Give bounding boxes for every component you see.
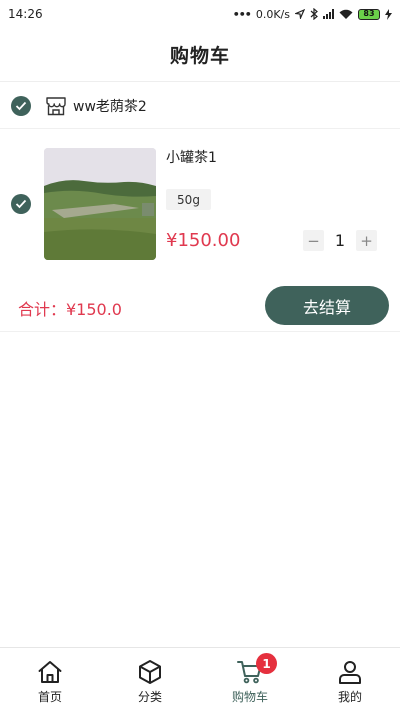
tab-home[interactable]: 首页 xyxy=(0,648,100,710)
decrease-button[interactable]: − xyxy=(303,230,324,251)
network-speed: 0.0K/s xyxy=(255,7,290,21)
spec-tag: 50g xyxy=(166,189,211,210)
tab-mine[interactable]: 我的 xyxy=(300,648,400,710)
status-bar: 14:26 ••• 0.0K/s 83 xyxy=(0,0,400,28)
tab-label: 首页 xyxy=(37,690,62,704)
quantity-stepper: − 1 + xyxy=(303,230,377,251)
user-icon xyxy=(339,661,361,684)
increase-button[interactable]: + xyxy=(356,230,377,251)
cart-summary: 合计：¥150.0 去结算 xyxy=(0,274,400,332)
bottom-tab-bar: 首页 分类 1 购物车 我的 xyxy=(0,647,400,710)
shop-name[interactable]: ww老荫茶2 xyxy=(73,96,147,116)
bluetooth-icon xyxy=(310,8,318,20)
status-icons: ••• 0.0K/s 83 xyxy=(233,8,392,21)
cart-item: 小罐茶1 50g ¥150.00 − 1 + xyxy=(0,130,400,274)
shop-row: ww老荫茶2 xyxy=(0,83,400,129)
charging-bolt-icon xyxy=(385,8,392,20)
item-select-checkbox[interactable] xyxy=(11,194,31,214)
cell-signal-icon xyxy=(323,9,334,19)
page-header: 购物车 xyxy=(0,28,400,82)
home-icon xyxy=(38,661,62,683)
quantity-value[interactable]: 1 xyxy=(324,231,356,250)
status-time: 14:26 xyxy=(8,7,43,21)
tab-category[interactable]: 分类 xyxy=(100,648,200,710)
total-amount: 合计：¥150.0 xyxy=(18,300,122,319)
shop-select-checkbox[interactable] xyxy=(11,95,31,116)
checkmark-icon xyxy=(15,199,27,209)
checkout-button[interactable]: 去结算 xyxy=(265,286,389,325)
product-image[interactable] xyxy=(44,148,156,260)
tab-label: 购物车 xyxy=(231,690,268,704)
store-icon xyxy=(46,96,66,115)
product-name[interactable]: 小罐茶1 xyxy=(166,147,217,167)
page-title: 购物车 xyxy=(169,45,230,67)
tab-cart[interactable]: 1 购物车 xyxy=(200,648,300,710)
wifi-icon xyxy=(339,9,353,19)
tab-label: 我的 xyxy=(337,690,362,704)
location-arrow-icon xyxy=(295,9,305,19)
category-box-icon xyxy=(139,660,161,684)
product-price: ¥150.00 xyxy=(166,230,241,251)
checkmark-icon xyxy=(15,101,27,110)
cart-badge: 1 xyxy=(256,653,277,674)
tab-label: 分类 xyxy=(137,690,162,704)
battery-icon: 83 xyxy=(358,8,380,20)
more-dots-icon: ••• xyxy=(232,7,252,21)
